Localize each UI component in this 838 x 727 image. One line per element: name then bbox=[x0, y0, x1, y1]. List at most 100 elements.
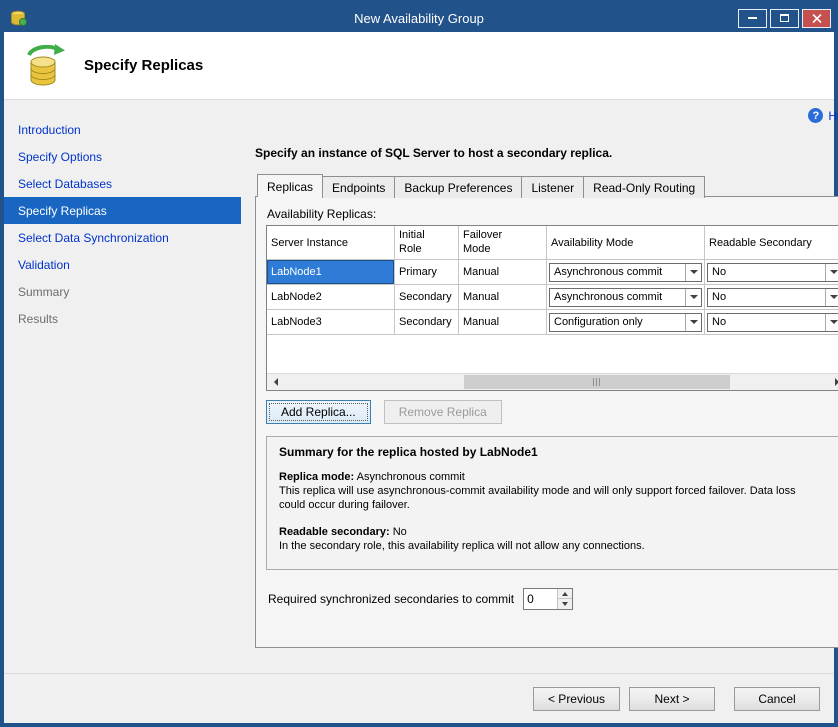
readable-secondary-cell: No bbox=[705, 260, 838, 285]
scroll-left-button[interactable] bbox=[267, 374, 284, 390]
spin-down-button[interactable] bbox=[558, 599, 572, 609]
readable-secondary-value: No bbox=[393, 526, 407, 538]
replica-buttons-row: Add Replica... Remove Replica bbox=[266, 400, 838, 424]
arrow-down-icon bbox=[562, 602, 568, 606]
server-instance-cell[interactable]: LabNode1 bbox=[267, 260, 395, 285]
chevron-down-icon bbox=[690, 270, 698, 274]
add-replica-button[interactable]: Add Replica... bbox=[266, 400, 371, 424]
secondaries-commit-input[interactable] bbox=[524, 589, 557, 609]
window-title: New Availability Group bbox=[4, 11, 834, 26]
replica-mode-description: This replica will use asynchronous-commi… bbox=[279, 484, 819, 513]
main-panel: ? Help Specify an instance of SQL Server… bbox=[241, 100, 838, 673]
column-header-readable-secondary[interactable]: Readable Secondary bbox=[705, 226, 838, 260]
failover-mode-cell: Manual bbox=[459, 285, 547, 310]
tab-listener[interactable]: Listener bbox=[521, 176, 584, 198]
chevron-down-icon bbox=[830, 270, 838, 274]
titlebar: New Availability Group bbox=[4, 4, 834, 32]
footer: < Previous Next > Cancel bbox=[4, 673, 834, 723]
readable-secondary-cell: No bbox=[705, 285, 838, 310]
minimize-icon bbox=[748, 17, 757, 19]
availability-replicas-label: Availability Replicas: bbox=[267, 207, 838, 221]
sidebar-item-select-databases[interactable]: Select Databases bbox=[4, 170, 241, 197]
readable-secondary-combo[interactable]: No bbox=[707, 263, 838, 282]
table-row-labnode3[interactable]: LabNode3 Secondary Manual Configuration … bbox=[267, 310, 838, 335]
cancel-button[interactable]: Cancel bbox=[734, 687, 820, 711]
availability-mode-combo[interactable]: Asynchronous commit bbox=[549, 263, 702, 282]
window-controls bbox=[738, 9, 831, 28]
readable-secondary-cell: No bbox=[705, 310, 838, 335]
sidebar-item-results: Results bbox=[4, 305, 241, 332]
tab-read-only-routing[interactable]: Read-Only Routing bbox=[583, 176, 705, 198]
commit-row: Required synchronized secondaries to com… bbox=[266, 588, 838, 610]
sidebar-item-select-data-synchronization[interactable]: Select Data Synchronization bbox=[4, 224, 241, 251]
sidebar-item-specify-options[interactable]: Specify Options bbox=[4, 143, 241, 170]
sidebar: Introduction Specify Options Select Data… bbox=[4, 100, 241, 673]
database-sync-icon bbox=[20, 43, 66, 89]
column-header-failover-mode[interactable]: Failover Mode bbox=[459, 226, 547, 260]
app-icon bbox=[9, 9, 27, 27]
summary-group: Summary for the replica hosted by LabNod… bbox=[266, 436, 838, 570]
table-row-labnode2[interactable]: LabNode2 Secondary Manual Asynchronous c… bbox=[267, 285, 838, 310]
previous-button[interactable]: < Previous bbox=[533, 687, 620, 711]
spin-up-button[interactable] bbox=[558, 589, 572, 599]
failover-mode-cell: Manual bbox=[459, 310, 547, 335]
tab-replicas[interactable]: Replicas bbox=[257, 174, 323, 197]
sidebar-item-validation[interactable]: Validation bbox=[4, 251, 241, 278]
scroll-right-button[interactable] bbox=[828, 374, 838, 390]
column-header-server-instance[interactable]: Server Instance bbox=[267, 226, 395, 260]
help-icon: ? bbox=[808, 108, 823, 123]
availability-mode-cell: Asynchronous commit bbox=[547, 285, 705, 310]
replicas-table: Server Instance Initial Role Failover Mo… bbox=[266, 225, 838, 391]
readable-secondary-combo[interactable]: No bbox=[707, 313, 838, 332]
table-row-labnode1[interactable]: LabNode1 Primary Manual Asynchronous com… bbox=[267, 260, 838, 285]
help-label: Help bbox=[828, 109, 838, 123]
horizontal-scrollbar[interactable] bbox=[267, 373, 838, 390]
secondaries-commit-label: Required synchronized secondaries to com… bbox=[268, 592, 514, 606]
sidebar-item-introduction[interactable]: Introduction bbox=[4, 116, 241, 143]
availability-mode-combo[interactable]: Asynchronous commit bbox=[549, 288, 702, 307]
replica-mode-label: Replica mode: bbox=[279, 471, 354, 483]
chevron-down-icon bbox=[830, 295, 838, 299]
column-header-initial-role[interactable]: Initial Role bbox=[395, 226, 459, 260]
close-button[interactable] bbox=[802, 9, 831, 28]
chevron-down-icon bbox=[690, 320, 698, 324]
maximize-button[interactable] bbox=[770, 9, 799, 28]
chevron-down-icon bbox=[830, 320, 838, 324]
chevron-down-icon bbox=[690, 295, 698, 299]
tab-endpoints[interactable]: Endpoints bbox=[322, 176, 395, 198]
maximize-icon bbox=[780, 14, 789, 22]
readable-secondary-line: Readable secondary: No bbox=[279, 526, 833, 538]
next-button[interactable]: Next > bbox=[629, 687, 715, 711]
server-instance-cell[interactable]: LabNode2 bbox=[267, 285, 395, 310]
initial-role-cell: Secondary bbox=[395, 285, 459, 310]
replica-mode-line: Replica mode: Asynchronous commit bbox=[279, 471, 833, 483]
readable-secondary-combo[interactable]: No bbox=[707, 288, 838, 307]
replicas-table-viewport: Server Instance Initial Role Failover Mo… bbox=[267, 226, 838, 373]
server-instance-cell[interactable]: LabNode3 bbox=[267, 310, 395, 335]
summary-title: Summary for the replica hosted by LabNod… bbox=[279, 445, 833, 459]
minimize-button[interactable] bbox=[738, 9, 767, 28]
arrow-left-icon bbox=[274, 378, 278, 386]
remove-replica-button[interactable]: Remove Replica bbox=[384, 400, 502, 424]
sidebar-item-specify-replicas[interactable]: Specify Replicas bbox=[4, 197, 241, 224]
secondaries-commit-spinner bbox=[523, 588, 573, 610]
initial-role-cell: Secondary bbox=[395, 310, 459, 335]
column-header-availability-mode[interactable]: Availability Mode bbox=[547, 226, 705, 260]
initial-role-cell: Primary bbox=[395, 260, 459, 285]
arrow-right-icon bbox=[835, 378, 838, 386]
body: Introduction Specify Options Select Data… bbox=[4, 100, 834, 673]
replica-mode-value: Asynchronous commit bbox=[357, 471, 465, 483]
tab-backup-preferences[interactable]: Backup Preferences bbox=[394, 176, 522, 198]
table-header-row: Server Instance Initial Role Failover Mo… bbox=[267, 226, 838, 260]
instruction-text: Specify an instance of SQL Server to hos… bbox=[255, 146, 838, 160]
readable-secondary-label: Readable secondary: bbox=[279, 526, 390, 538]
wizard-header: Specify Replicas bbox=[4, 32, 834, 100]
availability-mode-cell: Asynchronous commit bbox=[547, 260, 705, 285]
scroll-track[interactable] bbox=[284, 374, 828, 390]
help-link[interactable]: ? Help bbox=[808, 108, 838, 123]
tab-strip: Replicas Endpoints Backup Preferences Li… bbox=[255, 174, 838, 196]
scroll-thumb[interactable] bbox=[464, 375, 731, 389]
availability-mode-combo[interactable]: Configuration only bbox=[549, 313, 702, 332]
close-icon bbox=[812, 14, 822, 23]
new-availability-group-window: New Availability Group Specify Repl bbox=[0, 0, 838, 727]
